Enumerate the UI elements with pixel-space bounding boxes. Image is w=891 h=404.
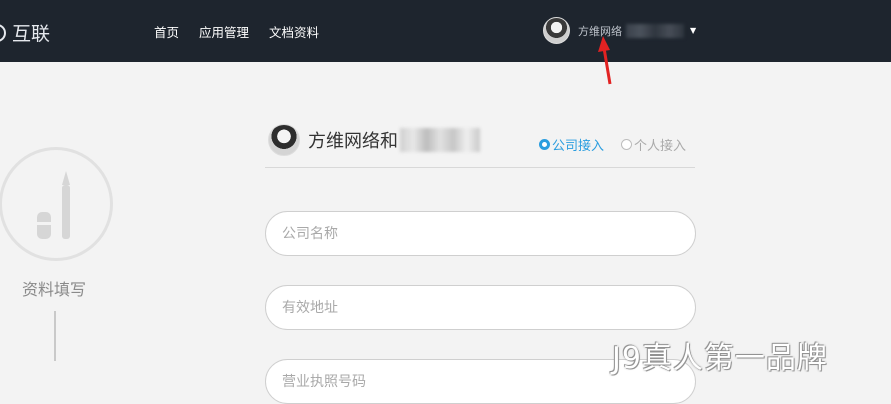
redacted-name-block (626, 23, 684, 38)
pen-cap-icon (37, 212, 51, 239)
brand-name: 互联 (12, 23, 51, 45)
user-avatar (543, 17, 570, 44)
company-name: 方维网络和 (308, 131, 398, 152)
address-input[interactable] (265, 285, 696, 330)
option-personal-access[interactable]: 个人接入 (621, 135, 686, 154)
option-personal-label: 个人接入 (634, 139, 687, 154)
top-navigation-bar: 互联 首页 应用管理 文档资料 方维网络 ▼ (0, 0, 891, 62)
chevron-down-icon[interactable]: ▼ (690, 26, 696, 35)
step-connector (54, 311, 56, 361)
step-icon-circle (0, 147, 113, 261)
redacted-company-block (400, 128, 480, 152)
step-label: 资料填写 (22, 280, 87, 299)
brand-logo[interactable]: 互联 (0, 19, 50, 46)
company-header: 方维网络和 (268, 124, 480, 156)
main-nav: 首页 应用管理 文档资料 (154, 22, 339, 41)
access-type-selector: 公司接入 个人接入 (539, 135, 686, 154)
brand-logo-icon (0, 23, 6, 42)
option-company-label: 公司接入 (552, 139, 605, 154)
user-menu[interactable]: 方维网络 ▼ (543, 17, 696, 44)
pen-icon (62, 185, 70, 239)
red-arrow-annotation (598, 36, 612, 85)
header-divider (265, 167, 695, 168)
pen-tip-icon (62, 171, 70, 185)
radio-unselected-icon[interactable] (621, 139, 633, 150)
company-name-input[interactable] (265, 211, 696, 256)
nav-home[interactable]: 首页 (154, 22, 179, 41)
watermark-text: J9真人第一品牌 (612, 341, 828, 376)
nav-documents[interactable]: 文档资料 (269, 22, 319, 41)
company-avatar (268, 124, 300, 156)
option-company-access[interactable]: 公司接入 (539, 135, 604, 154)
pen-cap-band (37, 222, 51, 225)
nav-app-management[interactable]: 应用管理 (199, 22, 249, 41)
radio-selected-icon[interactable] (539, 139, 550, 150)
